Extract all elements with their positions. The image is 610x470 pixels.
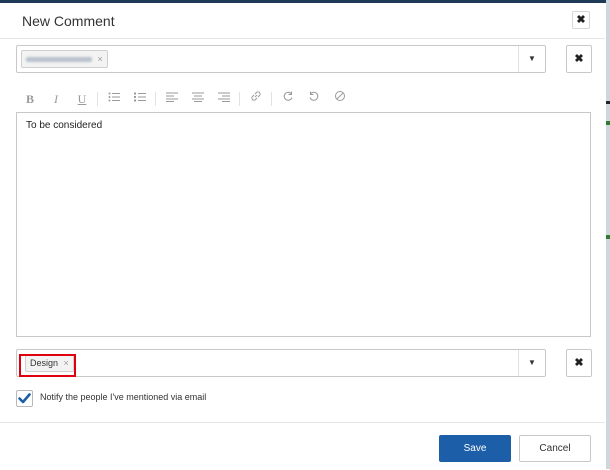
checkmark-icon bbox=[18, 393, 31, 404]
cancel-button[interactable]: Cancel bbox=[519, 435, 591, 462]
align-right-button[interactable] bbox=[215, 90, 233, 108]
align-center-icon bbox=[192, 92, 204, 102]
red-highlight-box bbox=[19, 354, 76, 377]
close-dialog-button[interactable]: ✖ bbox=[572, 11, 590, 29]
mention-chip-remove-icon[interactable]: × bbox=[98, 54, 103, 64]
notify-label: Notify the people I've mentioned via ema… bbox=[40, 392, 207, 402]
align-left-button[interactable] bbox=[163, 90, 181, 108]
close-icon: ✖ bbox=[574, 357, 584, 369]
comment-text[interactable]: To be considered bbox=[26, 120, 102, 131]
clear-mentions-button[interactable]: ✖ bbox=[566, 45, 592, 73]
undo-icon bbox=[309, 91, 319, 101]
mention-chip: × bbox=[21, 50, 108, 68]
background-mark bbox=[606, 121, 610, 125]
dialog-title: New Comment bbox=[22, 13, 115, 29]
bold-button[interactable]: B bbox=[21, 90, 39, 108]
bulleted-list-icon bbox=[108, 92, 120, 102]
clear-format-icon bbox=[335, 91, 345, 101]
new-comment-dialog: New Comment ✖ × ▼ ✖ B I U To be consider… bbox=[0, 3, 605, 469]
redo-button[interactable] bbox=[279, 90, 297, 108]
clear-tags-button[interactable]: ✖ bbox=[566, 349, 592, 377]
align-center-button[interactable] bbox=[189, 90, 207, 108]
align-right-icon bbox=[218, 92, 230, 102]
numbered-list-icon bbox=[134, 92, 146, 102]
italic-button[interactable]: I bbox=[47, 90, 65, 108]
clear-formatting-button[interactable] bbox=[331, 90, 349, 108]
chevron-down-icon[interactable]: ▼ bbox=[518, 350, 545, 376]
underline-button[interactable]: U bbox=[73, 90, 91, 108]
redo-icon bbox=[283, 91, 293, 101]
formatting-toolbar: B I U bbox=[16, 87, 590, 111]
close-icon: ✖ bbox=[576, 14, 586, 26]
close-icon: ✖ bbox=[574, 53, 584, 65]
comment-editor[interactable]: To be considered bbox=[16, 112, 591, 337]
bullet-list-button[interactable] bbox=[105, 90, 123, 108]
tag-select[interactable]: Design × ▼ bbox=[16, 349, 546, 377]
link-icon bbox=[251, 91, 261, 101]
undo-button[interactable] bbox=[305, 90, 323, 108]
dialog-header: New Comment ✖ bbox=[0, 3, 605, 39]
save-button[interactable]: Save bbox=[439, 435, 511, 462]
toolbar-divider bbox=[97, 92, 98, 106]
mention-chip-redacted-name bbox=[26, 57, 92, 63]
chevron-down-icon[interactable]: ▼ bbox=[518, 46, 545, 72]
toolbar-divider bbox=[271, 92, 272, 106]
notify-checkbox[interactable] bbox=[16, 390, 33, 407]
numbered-list-button[interactable] bbox=[131, 90, 149, 108]
background-mark bbox=[606, 235, 610, 239]
mention-select[interactable]: × ▼ bbox=[16, 45, 546, 73]
background-mark bbox=[606, 101, 610, 104]
dialog-footer: Save Cancel bbox=[0, 422, 605, 470]
toolbar-divider bbox=[155, 92, 156, 106]
insert-link-button[interactable] bbox=[247, 90, 265, 108]
toolbar-divider bbox=[239, 92, 240, 106]
align-left-icon bbox=[166, 92, 178, 102]
